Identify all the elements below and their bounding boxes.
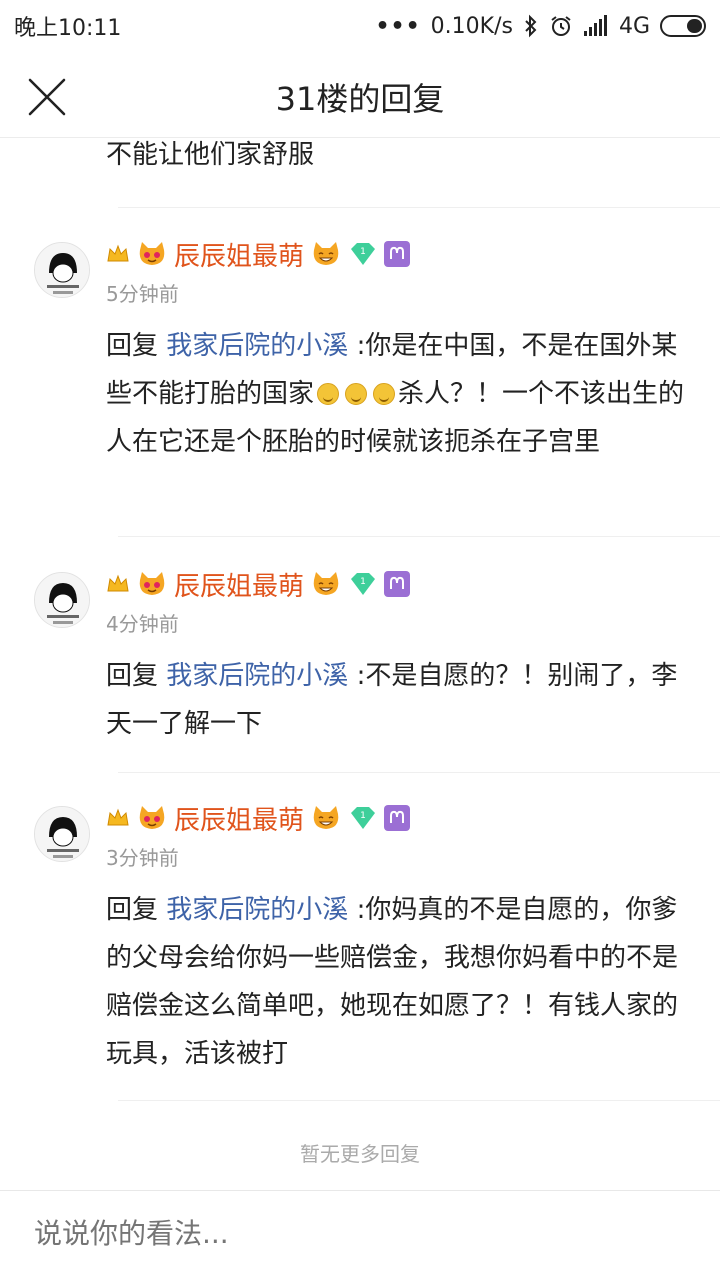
no-more-replies-note: 暂无更多回复 [300, 1142, 420, 1166]
username[interactable]: 辰辰姐最萌 [174, 236, 304, 273]
reply-content: 回复 我家后院的小溪 :不是自愿的？！别闹了，李天一了解一下 [106, 652, 696, 748]
comment-input[interactable] [34, 1217, 674, 1250]
divider [118, 536, 720, 537]
divider [118, 772, 720, 773]
bluetooth-icon [523, 14, 539, 38]
cat-heart-eyes-icon [139, 242, 165, 265]
divider [118, 207, 720, 208]
smile-emoji-icon [373, 383, 396, 405]
reply-time: 4分钟前 [106, 612, 179, 636]
alarm-icon [549, 14, 573, 38]
crown-icon [107, 808, 129, 826]
battery-icon [660, 15, 706, 37]
reply-item[interactable]: 辰辰姐最萌 1 3分钟前 回复 我家后院的小溪 :你妈真的不是自愿的，你爹的父母… [0, 805, 720, 1096]
crown-icon [107, 244, 129, 262]
signal-icon [583, 15, 609, 37]
username[interactable]: 辰辰姐最萌 [174, 800, 304, 837]
status-time: 晚上10:11 [14, 16, 122, 41]
mention-link[interactable]: 我家后院的小溪 [166, 895, 348, 925]
divider [118, 1100, 720, 1101]
avatar-image [35, 573, 89, 627]
level-gem-icon: 1 [351, 573, 376, 595]
cat-heart-eyes-icon [139, 806, 165, 829]
reply-content: 回复 我家后院的小溪 :你是在中国，不是在国外某些不能打胎的国家 杀人？！一个不该… [106, 322, 696, 466]
avatar[interactable] [34, 572, 90, 628]
avatar-image [35, 807, 89, 861]
status-icons: ••• 0.10K/s 4G [375, 14, 706, 39]
smile-emoji-icon [345, 383, 368, 405]
more-dots-icon: ••• [375, 13, 421, 39]
name-row: 辰辰姐最萌 1 [106, 564, 411, 604]
header: 31楼的回复 [0, 52, 720, 138]
mention-link[interactable]: 我家后院的小溪 [166, 661, 348, 691]
reply-prefix: 回复 [106, 895, 159, 925]
status-bar: 晚上10:11 ••• 0.10K/s 4G [0, 0, 720, 52]
aries-icon [384, 571, 411, 597]
name-row: 辰辰姐最萌 1 [106, 234, 411, 274]
reply-time: 3分钟前 [106, 846, 179, 870]
reply-item[interactable]: 辰辰姐最萌 1 5分钟前 回复 我家后院的小溪 :你是在中国，不是在国外某些不能… [0, 241, 720, 522]
avatar-image [35, 243, 89, 297]
cat-grin-icon [313, 572, 339, 595]
level-gem-icon: 1 [351, 807, 376, 829]
username[interactable]: 辰辰姐最萌 [174, 566, 304, 603]
net-speed: 0.10K/s [430, 13, 513, 39]
aries-icon [384, 805, 411, 831]
smile-emoji-icon [317, 383, 340, 405]
reply-prefix: 回复 [106, 331, 159, 361]
avatar[interactable] [34, 806, 90, 862]
partial-reply-text: 不能让他们家舒服 [106, 140, 315, 170]
aries-icon [384, 241, 411, 267]
network-type: 4G [618, 13, 650, 39]
reply-content: 回复 我家后院的小溪 :你妈真的不是自愿的，你爹的父母会给你妈一些赔偿金，我想你… [106, 886, 696, 1078]
level-number: 1 [360, 247, 366, 257]
reply-item[interactable]: 辰辰姐最萌 1 4分钟前 回复 我家后院的小溪 :不是自愿的？！别闹了，李天一了… [0, 571, 720, 762]
level-gem-icon: 1 [351, 243, 376, 265]
cat-grin-icon [313, 806, 339, 829]
level-number: 1 [360, 577, 366, 587]
page-title: 31楼的回复 [275, 80, 445, 118]
crown-icon [107, 574, 129, 592]
name-row: 辰辰姐最萌 1 [106, 798, 411, 838]
comment-input-bar [0, 1190, 720, 1280]
reply-prefix: 回复 [106, 661, 159, 691]
mention-link[interactable]: 我家后院的小溪 [166, 331, 348, 361]
reply-time: 5分钟前 [106, 282, 179, 306]
avatar[interactable] [34, 242, 90, 298]
cat-heart-eyes-icon [139, 572, 165, 595]
cat-grin-icon [313, 242, 339, 265]
level-number: 1 [360, 811, 366, 821]
